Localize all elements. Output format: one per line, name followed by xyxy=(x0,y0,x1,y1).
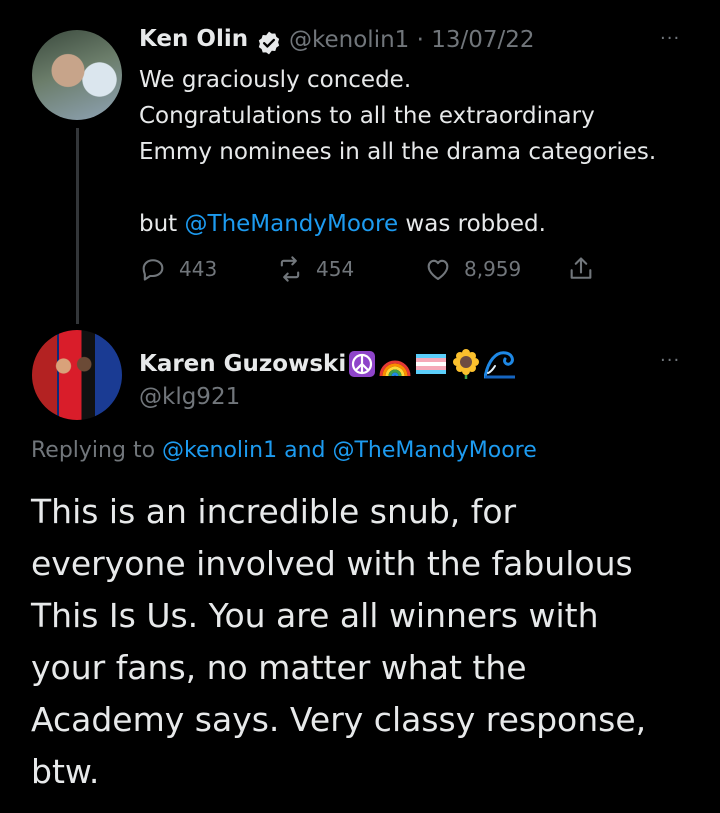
thread-connector xyxy=(76,128,79,324)
more-options-button[interactable]: ··· xyxy=(660,350,680,371)
verified-badge-icon xyxy=(258,31,280,55)
more-options-button[interactable]: ··· xyxy=(660,28,680,49)
tweet-text: We graciously concede. Congratulations t… xyxy=(139,67,657,237)
replying-to-mentions[interactable]: @kenolin1 and @TheMandyMoore xyxy=(162,438,537,463)
reply-author-handle[interactable]: @klg921 xyxy=(139,384,240,410)
retweet-icon xyxy=(280,256,300,282)
sunflower-icon xyxy=(453,349,480,379)
trans-flag-icon xyxy=(416,354,447,374)
reply-button[interactable]: 443 xyxy=(139,252,217,286)
rainbow-icon xyxy=(379,360,411,377)
replying-to: Replying to @kenolin1 and @TheMandyMoore xyxy=(31,438,537,463)
share-icon xyxy=(570,257,592,279)
tweet-actions: 443 454 8,959 xyxy=(139,252,619,286)
like-button[interactable]: 8,959 xyxy=(424,252,521,286)
reply-author-name[interactable]: Karen Guzowski xyxy=(139,348,516,380)
share-button[interactable] xyxy=(567,252,595,286)
reply-icon xyxy=(142,259,164,281)
avatar-karen-guzowski[interactable] xyxy=(32,330,122,420)
heart-icon xyxy=(427,259,449,280)
avatar-ken-olin[interactable] xyxy=(32,30,122,120)
mention-link[interactable]: @TheMandyMoore xyxy=(185,211,399,237)
author-name[interactable]: Ken Olin xyxy=(139,26,248,52)
author-handle-date[interactable]: @kenolin1 · 13/07/22 xyxy=(289,27,535,53)
tweet-date[interactable]: 13/07/22 xyxy=(431,27,534,53)
peace-icon xyxy=(349,351,376,377)
wave-icon xyxy=(484,351,516,379)
reply-tweet-text: This is an incredible snub, for everyone… xyxy=(31,492,647,791)
retweet-button[interactable]: 454 xyxy=(276,252,354,286)
